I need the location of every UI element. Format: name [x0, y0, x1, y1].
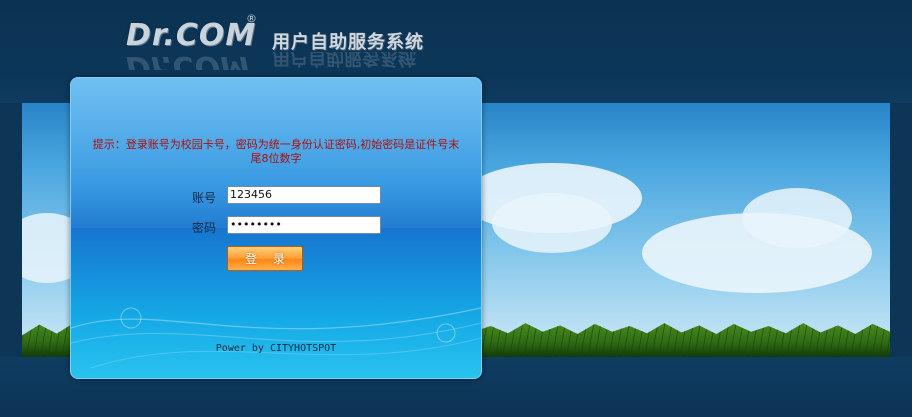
- account-label: 账号: [191, 191, 216, 205]
- left-frame: [0, 103, 22, 357]
- brand-header: Dr.COM ® 用户自助服务系统: [126, 12, 423, 54]
- password-row: 密码: [71, 216, 481, 236]
- powered-by-text: Power by CITYHOTSPOT: [215, 343, 337, 354]
- account-input[interactable]: [227, 186, 381, 204]
- panel-wave-decoration: [71, 307, 481, 369]
- password-label: 密码: [191, 221, 216, 235]
- account-row: 账号: [71, 186, 481, 206]
- login-button[interactable]: 登 录: [227, 246, 303, 271]
- cloud-image: [492, 193, 612, 253]
- cloud-image: [742, 188, 852, 248]
- system-title: 用户自助服务系统: [272, 32, 424, 53]
- drcom-logo: Dr.COM: [126, 18, 257, 53]
- login-panel: 提示：登录账号为校园卡号，密码为统一身份认证密码,初始密码是证件号末尾8位数字 …: [70, 77, 482, 379]
- right-frame: [890, 103, 912, 357]
- login-notice: 提示：登录账号为校园卡号，密码为统一身份认证密码,初始密码是证件号末尾8位数字: [92, 138, 460, 165]
- password-input[interactable]: [227, 216, 381, 234]
- registered-mark: ®: [246, 12, 257, 25]
